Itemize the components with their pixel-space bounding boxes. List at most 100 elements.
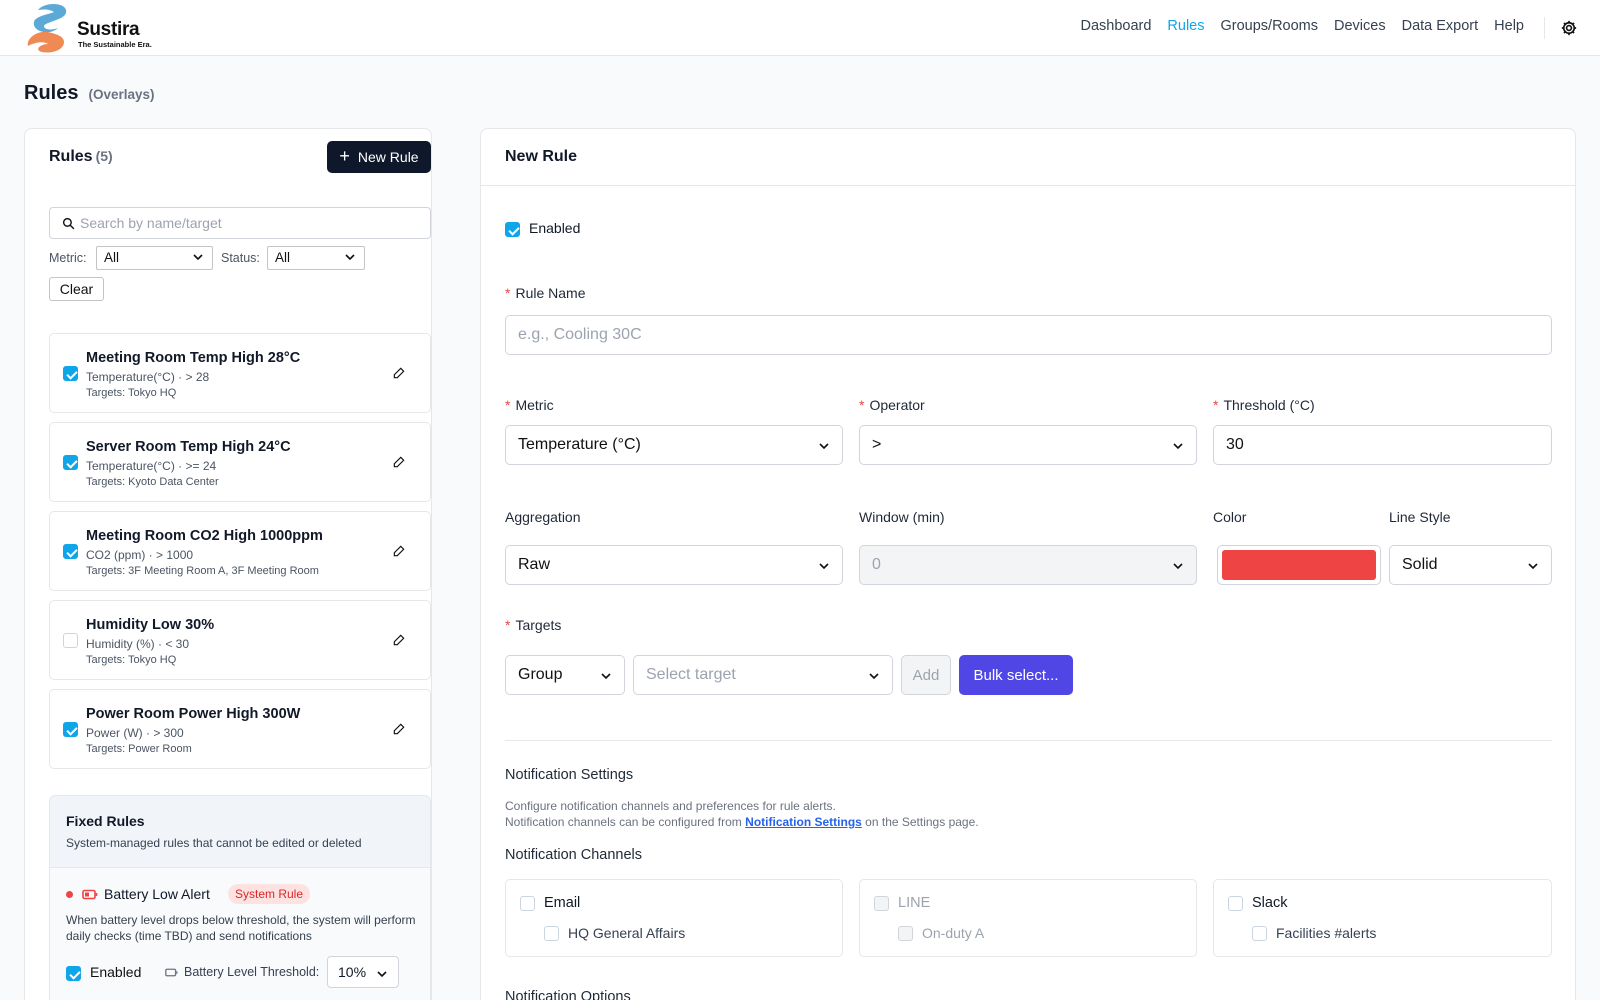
rule-name-label: * Rule Name — [505, 285, 586, 301]
rule-targets: Targets: 3F Meeting Room A, 3F Meeting R… — [86, 565, 319, 577]
rule-enabled-checkbox[interactable] — [63, 366, 78, 381]
clear-filters-button[interactable]: Clear — [49, 277, 104, 301]
color-swatch — [1222, 550, 1376, 580]
search-input[interactable] — [80, 208, 420, 238]
channel-email: Email HQ General Affairs — [505, 879, 843, 957]
chevron-down-icon — [377, 971, 387, 978]
rule-item[interactable]: Humidity Low 30% Humidity (%) · < 30 Tar… — [49, 600, 431, 680]
metric-filter-select[interactable]: All — [96, 246, 213, 270]
channel-line-checkbox — [874, 896, 889, 911]
channel-recipient: HQ General Affairs — [568, 925, 686, 941]
rule-condition: CO2 (ppm) · > 1000 — [86, 548, 194, 562]
enabled-label: Enabled — [529, 220, 581, 236]
battery-alert-enabled-checkbox[interactable] — [66, 966, 81, 981]
chevron-down-icon — [819, 443, 829, 450]
status-filter-value: All — [275, 250, 291, 265]
nav-rules[interactable]: Rules — [1167, 18, 1204, 34]
notif-desc-pre: Notification channels can be configured … — [505, 815, 742, 829]
nav-help[interactable]: Help — [1494, 18, 1524, 34]
rule-name-input[interactable] — [518, 316, 1551, 354]
top-bar: Sustira The Sustainable Era. Dashboard R… — [0, 0, 1600, 56]
channel-recipient: On-duty A — [922, 925, 985, 941]
window-select: 0 — [859, 545, 1197, 585]
search-icon — [62, 217, 75, 230]
fixed-rules-subtitle: System-managed rules that cannot be edit… — [66, 836, 362, 850]
notification-settings-link[interactable]: Notification Settings — [745, 815, 862, 829]
pencil-icon[interactable] — [392, 722, 406, 736]
threshold-input[interactable] — [1226, 426, 1551, 464]
rule-item[interactable]: Power Room Power High 300W Power (W) · >… — [49, 689, 431, 769]
rule-item[interactable]: Server Room Temp High 24°C Temperature(°… — [49, 422, 431, 502]
nav-dashboard[interactable]: Dashboard — [1080, 18, 1151, 34]
rule-enabled-checkbox[interactable] — [63, 633, 78, 648]
operator-label: * Operator — [859, 397, 925, 413]
chevron-down-icon — [1528, 563, 1538, 570]
new-rule-label: New Rule — [357, 149, 419, 165]
rule-targets: Targets: Tokyo HQ — [86, 387, 177, 399]
battery-threshold-label: Battery Level Threshold: — [184, 965, 320, 979]
channel-name: Email — [544, 895, 581, 911]
notif-desc-line1: Configure notification channels and pref… — [505, 799, 836, 813]
channel-email-checkbox[interactable] — [520, 896, 535, 911]
line-style-value: Solid — [1402, 556, 1438, 573]
color-picker[interactable] — [1217, 545, 1381, 585]
rule-title: Humidity Low 30% — [86, 617, 215, 633]
enabled-checkbox[interactable] — [505, 222, 520, 237]
channel-email-recipient-checkbox[interactable] — [544, 926, 559, 941]
rules-panel-title: Rules (5) — [49, 148, 113, 166]
pencil-icon[interactable] — [392, 633, 406, 647]
battery-alert-enabled-label: Enabled — [90, 964, 142, 980]
battery-threshold-value: 10% — [338, 964, 367, 980]
channel-slack-recipient-checkbox[interactable] — [1252, 926, 1267, 941]
nav-groups-rooms[interactable]: Groups/Rooms — [1221, 18, 1319, 34]
rule-enabled-checkbox[interactable] — [63, 455, 78, 470]
chevron-down-icon — [819, 563, 829, 570]
fixed-rules-title: Fixed Rules — [66, 813, 145, 829]
rule-item[interactable]: Meeting Room Temp High 28°C Temperature(… — [49, 333, 431, 413]
battery-threshold-select[interactable]: 10% — [327, 956, 399, 988]
gear-icon[interactable] — [1560, 19, 1578, 37]
brand-name: Sustira — [77, 19, 140, 40]
channel-line-recipient-checkbox — [898, 926, 913, 941]
chevron-down-icon — [1173, 563, 1183, 570]
chevron-down-icon — [869, 673, 879, 680]
window-label: Window (min) — [859, 509, 945, 525]
rule-item[interactable]: Meeting Room CO2 High 1000ppm CO2 (ppm) … — [49, 511, 431, 591]
threshold-field — [1213, 425, 1552, 465]
nav-devices[interactable]: Devices — [1334, 18, 1386, 34]
rule-title: Meeting Room CO2 High 1000ppm — [86, 528, 323, 544]
metric-label: * Metric — [505, 397, 554, 413]
rules-list-panel: Rules(5) + New Rule Metric: All Status: … — [24, 128, 432, 1000]
channel-recipient: Facilities #alerts — [1276, 925, 1377, 941]
pencil-icon[interactable] — [392, 366, 406, 380]
aggregation-select[interactable]: Raw — [505, 545, 843, 585]
line-style-select[interactable]: Solid — [1389, 545, 1552, 585]
page-title: Rules (Overlays) — [24, 82, 155, 105]
channel-slack-checkbox[interactable] — [1228, 896, 1243, 911]
add-target-button[interactable]: Add — [901, 655, 951, 695]
metric-select[interactable]: Temperature (°C) — [505, 425, 843, 465]
battery-alert-name: Battery Low Alert — [104, 886, 210, 902]
rule-name-field — [505, 315, 1552, 355]
target-select[interactable]: Select target — [633, 655, 893, 695]
rule-enabled-checkbox[interactable] — [63, 544, 78, 559]
rule-enabled-checkbox[interactable] — [63, 722, 78, 737]
notif-desc-line2: Notification channels can be configured … — [505, 814, 979, 830]
pencil-icon[interactable] — [392, 455, 406, 469]
rule-targets: Targets: Tokyo HQ — [86, 654, 177, 666]
pencil-icon[interactable] — [392, 544, 406, 558]
new-rule-button[interactable]: + New Rule — [327, 141, 431, 173]
status-filter-select[interactable]: All — [267, 246, 365, 270]
targets-label-text: Targets — [515, 617, 562, 633]
logo-icon — [27, 4, 67, 53]
bulk-select-button[interactable]: Bulk select... — [959, 655, 1073, 695]
target-type-select[interactable]: Group — [505, 655, 625, 695]
main-nav: Dashboard Rules Groups/Rooms Devices Dat… — [1080, 18, 1524, 34]
operator-select[interactable]: > — [859, 425, 1197, 465]
window-value: 0 — [872, 556, 881, 573]
rule-title: Server Room Temp High 24°C — [86, 439, 291, 455]
brand-logo[interactable]: Sustira The Sustainable Era. — [24, 2, 174, 54]
nav-data-export[interactable]: Data Export — [1402, 18, 1479, 34]
form-title: New Rule — [505, 148, 578, 165]
battery-alert-description: When battery level drops below threshold… — [66, 913, 416, 943]
